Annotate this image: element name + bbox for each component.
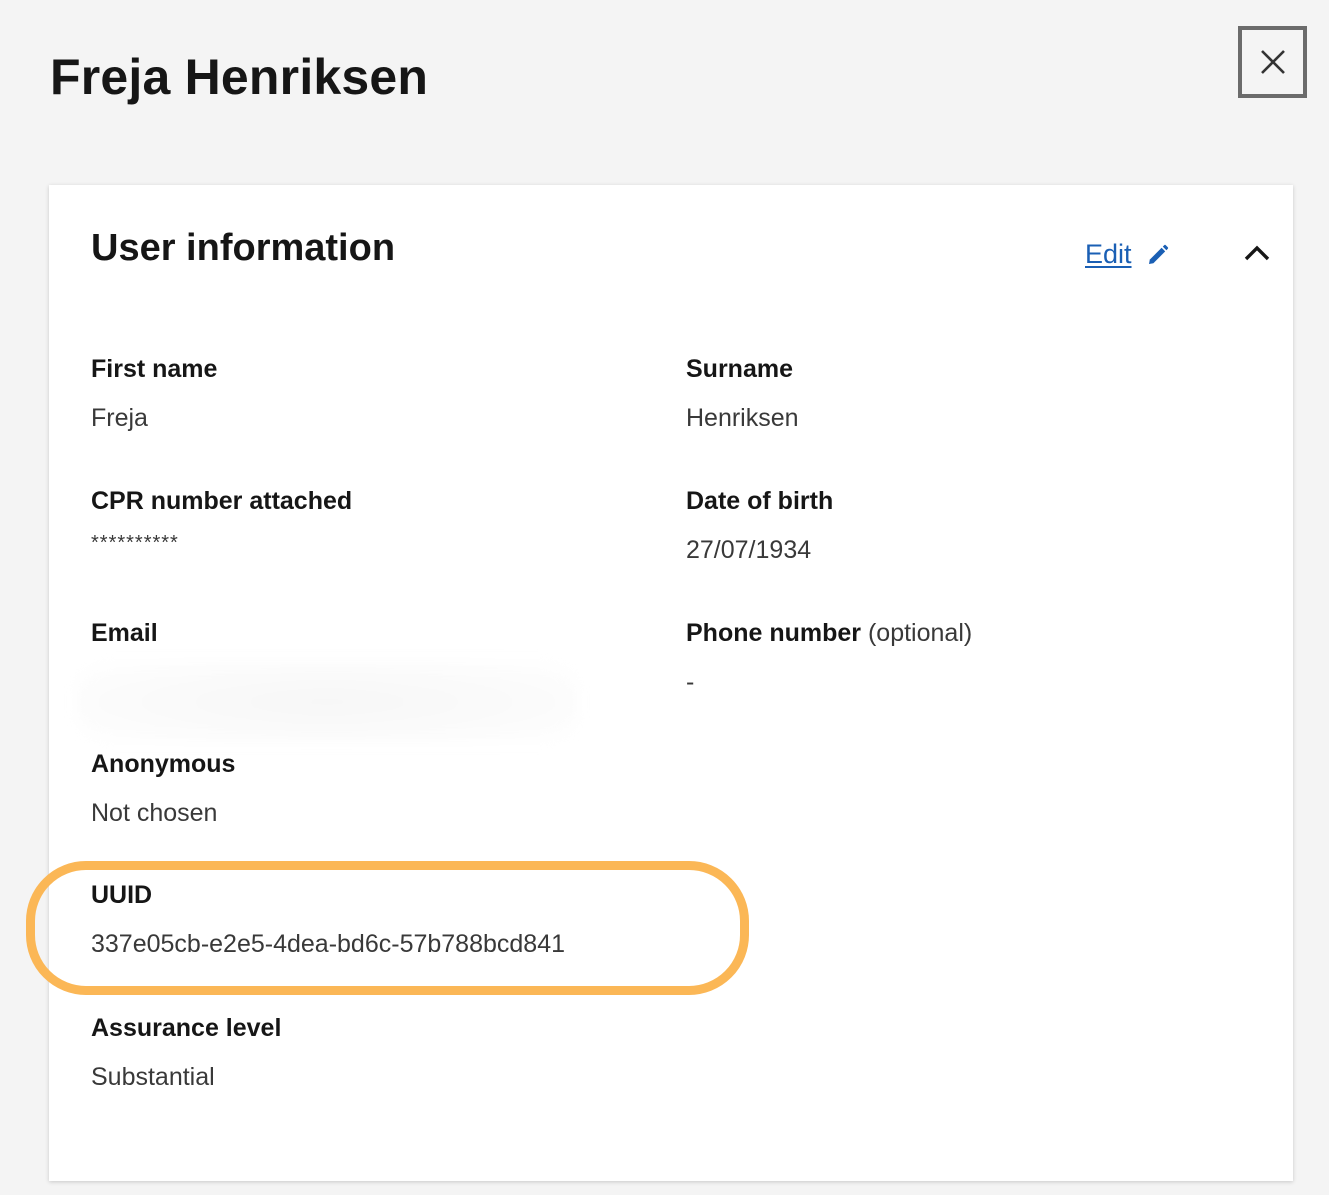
chevron-up-icon	[1244, 245, 1270, 261]
close-icon	[1260, 50, 1285, 74]
field-label-text: Phone number	[686, 619, 862, 647]
field-label: First name	[91, 355, 218, 383]
field-value: 337e05cb-e2e5-4dea-bd6c-57b788bcd841	[91, 930, 566, 958]
optional-hint: (optional)	[867, 619, 973, 647]
field-cpr: CPR number attached **********	[91, 487, 352, 555]
field-label: UUID	[91, 881, 153, 909]
close-button[interactable]	[1238, 26, 1307, 98]
field-label: Anonymous	[91, 750, 236, 778]
user-detail-page: Freja Henriksen User information Edit Fi…	[0, 0, 1329, 1195]
field-uuid: UUID 337e05cb-e2e5-4dea-bd6c-57b788bcd84…	[91, 881, 565, 959]
field-value: Substantial	[91, 1063, 215, 1091]
field-label: CPR number attached	[91, 487, 353, 515]
card-title: User information	[91, 227, 396, 269]
field-label: Surname	[686, 355, 793, 383]
field-value: Freja	[91, 404, 148, 432]
field-label: Phone number (optional)	[686, 619, 972, 648]
pencil-icon	[1146, 243, 1170, 267]
field-label: Date of birth	[686, 487, 834, 515]
edit-link[interactable]: Edit	[1085, 239, 1170, 270]
page-title: Freja Henriksen	[50, 49, 429, 105]
field-value: **********	[91, 532, 179, 554]
field-surname: Surname Henriksen	[686, 355, 799, 433]
field-value: Henriksen	[686, 404, 799, 432]
field-value: Not chosen	[91, 799, 218, 827]
field-label: Email	[91, 619, 158, 647]
field-label: Assurance level	[91, 1014, 282, 1042]
field-assurance-level: Assurance level Substantial	[91, 1014, 281, 1092]
field-value: -	[686, 668, 695, 696]
field-email: Email	[77, 619, 577, 742]
field-date-of-birth: Date of birth 27/07/1934	[686, 487, 833, 565]
edit-label: Edit	[1085, 239, 1132, 269]
field-value: 27/07/1934	[686, 536, 812, 564]
field-first-name: First name Freja	[91, 355, 217, 433]
user-information-card: User information Edit First name Freja S…	[26, 185, 1293, 1181]
field-anonymous: Anonymous Not chosen	[91, 750, 235, 828]
collapse-toggle[interactable]	[1241, 237, 1273, 269]
email-value-redacted	[77, 662, 577, 742]
field-phone-number: Phone number (optional) -	[686, 619, 972, 697]
